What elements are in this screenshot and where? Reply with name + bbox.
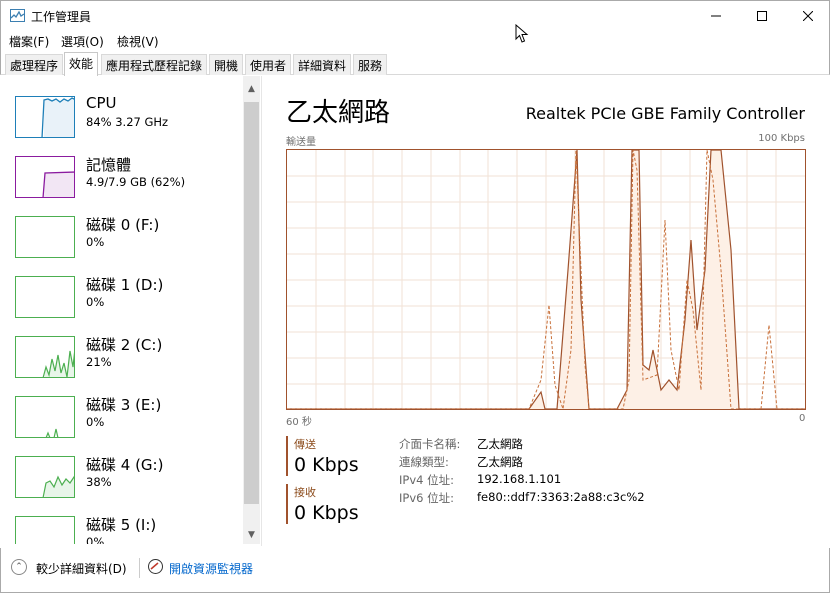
disk1-mini-graph — [16, 277, 75, 318]
maximize-icon — [757, 11, 767, 21]
bottom-separator — [139, 558, 140, 578]
network-throughput-graph — [286, 149, 806, 410]
menu-file[interactable]: 檔案(F) — [9, 33, 49, 50]
resource-value-disk1: 0% — [86, 295, 105, 309]
disk4-mini-graph — [42, 475, 74, 497]
tab-performance[interactable]: 效能 — [64, 52, 99, 76]
resource-value-disk5: 0% — [86, 535, 105, 544]
resource-item-disk2[interactable]: 磁碟 2 (C:) 21% — [1, 328, 243, 388]
resource-item-disk1[interactable]: 磁碟 1 (D:) 0% — [1, 268, 243, 328]
memory-mini-graph — [42, 171, 74, 197]
tab-bar: 處理程序 效能 應用程式歷程記錄 開機 使用者 詳細資料 服務 — [0, 51, 830, 76]
resource-item-disk0[interactable]: 磁碟 0 (F:) 0% — [1, 208, 243, 268]
minimize-button[interactable] — [693, 1, 739, 31]
title-bar: 工作管理員 — [0, 0, 830, 30]
disk1-thumbnail — [15, 276, 75, 318]
resource-item-disk4[interactable]: 磁碟 4 (G:) 38% — [1, 448, 243, 508]
send-value: 0 Kbps — [294, 454, 359, 476]
disk2-thumbnail — [15, 336, 75, 378]
menu-options[interactable]: 選項(O) — [61, 33, 104, 50]
tab-users[interactable]: 使用者 — [245, 54, 292, 75]
tab-processes[interactable]: 處理程序 — [5, 54, 64, 75]
info-key: IPv6 位址: — [399, 491, 454, 505]
resource-name-memory: 記憶體 — [86, 156, 132, 174]
scroll-down-icon[interactable]: ▼ — [243, 526, 260, 543]
resource-item-disk5[interactable]: 磁碟 5 (I:) 0% — [1, 508, 243, 544]
minimize-icon — [711, 15, 721, 17]
cpu-mini-graph — [41, 97, 74, 137]
resource-name-disk3: 磁碟 3 (E:) — [86, 396, 162, 414]
send-label: 傳送 — [294, 438, 316, 451]
receive-value: 0 Kbps — [294, 502, 359, 524]
tab-startup[interactable]: 開機 — [209, 54, 244, 75]
disk5-mini-graph — [16, 517, 75, 544]
window-title: 工作管理員 — [31, 10, 92, 24]
close-button[interactable] — [785, 1, 830, 31]
bottom-bar: ⌃ 較少詳細資料(D) 開啟資源監視器 — [0, 548, 830, 593]
resource-value-disk3: 0% — [86, 415, 105, 429]
max-scale-label: 100 Kbps — [758, 133, 805, 144]
info-value: 乙太網路 — [477, 455, 523, 469]
tab-app-history[interactable]: 應用程式歷程記錄 — [101, 54, 208, 75]
info-value: fe80::ddf7:3363:2a88:c3c%2 — [477, 490, 645, 504]
disk5-thumbnail — [15, 516, 75, 544]
scroll-up-icon[interactable]: ▲ — [243, 80, 260, 97]
resource-value-cpu: 84% 3.27 GHz — [86, 115, 169, 129]
resource-value-disk2: 21% — [86, 355, 112, 369]
resource-value-memory: 4.9/7.9 GB (62%) — [86, 175, 186, 189]
tab-details[interactable]: 詳細資料 — [293, 54, 352, 75]
info-key: IPv4 位址: — [399, 473, 454, 487]
resource-item-cpu[interactable]: CPU 84% 3.27 GHz — [1, 88, 243, 148]
disk2-mini-graph — [42, 350, 74, 377]
receive-label: 接收 — [294, 486, 316, 499]
pane-divider[interactable] — [261, 76, 262, 546]
disk0-thumbnail — [15, 216, 75, 258]
cpu-thumbnail — [15, 96, 75, 138]
send-stat: 傳送 0 Kbps — [286, 436, 359, 476]
resource-list: CPU 84% 3.27 GHz 記憶體 4.9/7.9 GB (62%) 磁碟… — [1, 76, 259, 544]
resource-value-disk0: 0% — [86, 235, 105, 249]
throughput-label: 輸送量 — [286, 137, 316, 148]
menu-bar: 檔案(F) 選項(O) 檢視(V) — [0, 30, 830, 51]
disk0-mini-graph — [16, 217, 75, 258]
disk4-thumbnail — [15, 456, 75, 498]
disk3-mini-graph — [45, 428, 59, 437]
tab-services[interactable]: 服務 — [353, 54, 388, 75]
open-resource-monitor-link[interactable]: 開啟資源監視器 — [169, 560, 253, 577]
resource-name-cpu: CPU — [86, 94, 117, 112]
gauge-needle-icon — [150, 562, 159, 570]
memory-thumbnail — [15, 156, 75, 198]
resource-name-disk0: 磁碟 0 (F:) — [86, 216, 160, 234]
resource-item-disk3[interactable]: 磁碟 3 (E:) 0% — [1, 388, 243, 448]
menu-view[interactable]: 檢視(V) — [117, 33, 159, 50]
maximize-button[interactable] — [739, 1, 785, 31]
fewer-details-button[interactable]: 較少詳細資料(D) — [36, 560, 127, 577]
info-value: 乙太網路 — [477, 437, 523, 451]
chevron-up-icon[interactable]: ⌃ — [11, 559, 27, 575]
disk3-thumbnail — [15, 396, 75, 438]
scroll-thumb[interactable] — [244, 102, 259, 504]
task-manager-icon — [10, 9, 25, 22]
info-key: 介面卡名稱: — [399, 437, 461, 451]
resource-name-disk5: 磁碟 5 (I:) — [86, 516, 157, 534]
resource-value-disk4: 38% — [86, 475, 112, 489]
info-key: 連線類型: — [399, 455, 449, 469]
time-axis-end: 0 — [799, 413, 806, 424]
receive-stat: 接收 0 Kbps — [286, 484, 359, 524]
resource-item-memory[interactable]: 記憶體 4.9/7.9 GB (62%) — [1, 148, 243, 208]
adapter-name: Realtek PCIe GBE Family Controller — [525, 104, 805, 123]
mouse-cursor-icon — [515, 24, 529, 43]
info-value: 192.168.1.101 — [477, 472, 562, 486]
network-graph-svg — [287, 149, 805, 410]
close-icon — [803, 11, 813, 21]
detail-title: 乙太網路 — [286, 98, 391, 128]
resource-name-disk4: 磁碟 4 (G:) — [86, 456, 164, 474]
resource-name-disk1: 磁碟 1 (D:) — [86, 276, 164, 294]
resource-monitor-icon[interactable] — [148, 559, 163, 574]
resource-list-scrollbar[interactable]: ▲ ▼ — [243, 76, 260, 544]
time-axis-start: 60 秒 — [286, 417, 312, 428]
resource-name-disk2: 磁碟 2 (C:) — [86, 336, 163, 354]
